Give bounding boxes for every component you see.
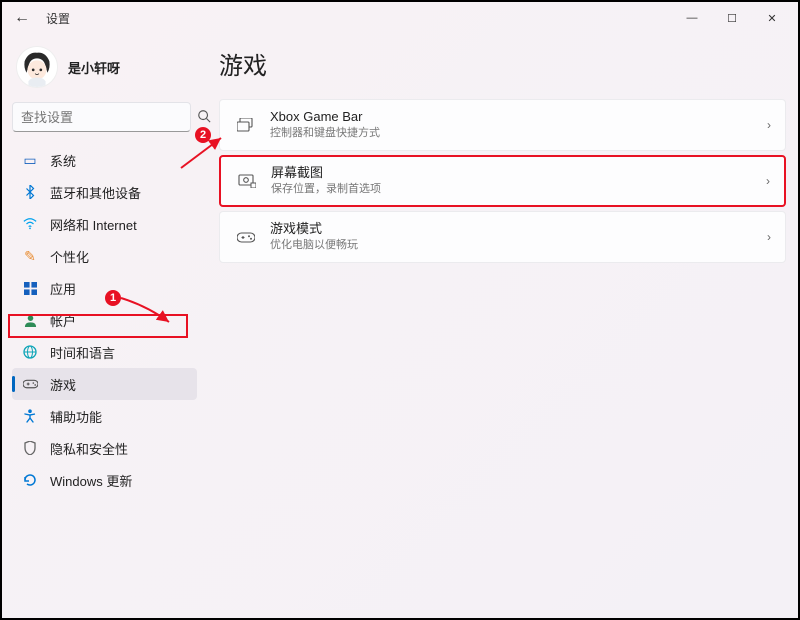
card-subtitle: 保存位置，录制首选项 xyxy=(271,182,766,196)
search-input[interactable] xyxy=(21,110,197,125)
back-button[interactable]: ← xyxy=(8,4,36,32)
sidebar-item-label: 隐私和安全性 xyxy=(50,439,128,458)
bluetooth-icon xyxy=(22,184,38,200)
sidebar-item-bluetooth[interactable]: 蓝牙和其他设备 xyxy=(12,176,197,208)
sidebar-item-gaming[interactable]: 游戏 xyxy=(12,368,197,400)
sidebar-item-label: 时间和语言 xyxy=(50,343,115,362)
sidebar-item-label: 个性化 xyxy=(50,247,89,266)
brush-icon: ✎ xyxy=(22,248,38,264)
chevron-right-icon: › xyxy=(767,118,771,132)
card-xbox-game-bar[interactable]: Xbox Game Bar 控制器和键盘快捷方式 › xyxy=(219,99,786,151)
sidebar-item-apps[interactable]: 应用 xyxy=(12,272,197,304)
username: 是小轩呀 xyxy=(68,58,120,77)
close-button[interactable]: ✕ xyxy=(752,4,792,32)
card-game-mode[interactable]: 游戏模式 优化电脑以便畅玩 › xyxy=(219,211,786,263)
wifi-icon xyxy=(22,216,38,232)
game-icon xyxy=(22,376,38,392)
chevron-right-icon: › xyxy=(767,230,771,244)
gamemode-icon xyxy=(234,232,258,243)
sidebar-item-system[interactable]: ▭ 系统 xyxy=(12,144,197,176)
sidebar-item-privacy[interactable]: 隐私和安全性 xyxy=(12,432,197,464)
sidebar-item-accounts[interactable]: 帐户 xyxy=(12,304,197,336)
sidebar-item-update[interactable]: Windows 更新 xyxy=(12,464,197,496)
accessibility-icon xyxy=(22,408,38,424)
card-title: 屏幕截图 xyxy=(271,165,766,182)
update-icon xyxy=(22,472,38,488)
gamebar-icon xyxy=(234,118,258,132)
maximize-button[interactable]: ☐ xyxy=(712,4,752,32)
sidebar-item-label: 辅助功能 xyxy=(50,407,102,426)
card-subtitle: 优化电脑以便畅玩 xyxy=(270,238,767,252)
globe-icon xyxy=(22,344,38,360)
system-icon: ▭ xyxy=(22,152,38,168)
avatar xyxy=(16,46,58,88)
sidebar-item-accessibility[interactable]: 辅助功能 xyxy=(12,400,197,432)
card-subtitle: 控制器和键盘快捷方式 xyxy=(270,126,767,140)
apps-icon xyxy=(22,280,38,296)
titlebar: ← 设置 — ☐ ✕ xyxy=(2,2,798,34)
nav-list: ▭ 系统 蓝牙和其他设备 网络和 Internet ✎ xyxy=(12,144,197,496)
sidebar-item-personalization[interactable]: ✎ 个性化 xyxy=(12,240,197,272)
card-title: Xbox Game Bar xyxy=(270,109,767,126)
sidebar-item-time-language[interactable]: 时间和语言 xyxy=(12,336,197,368)
minimize-button[interactable]: — xyxy=(672,4,712,32)
capture-icon xyxy=(235,174,259,188)
profile[interactable]: 是小轩呀 xyxy=(12,42,197,102)
sidebar-item-label: 蓝牙和其他设备 xyxy=(50,183,141,202)
chevron-right-icon: › xyxy=(766,174,770,188)
main-panel: 游戏 Xbox Game Bar 控制器和键盘快捷方式 › xyxy=(197,34,798,618)
sidebar-item-label: 网络和 Internet xyxy=(50,215,137,234)
sidebar: 是小轩呀 ▭ 系统 蓝牙和其他设备 xyxy=(2,34,197,618)
card-title: 游戏模式 xyxy=(270,221,767,238)
sidebar-item-label: 游戏 xyxy=(50,375,76,394)
sidebar-item-network[interactable]: 网络和 Internet xyxy=(12,208,197,240)
sidebar-item-label: 应用 xyxy=(50,279,76,298)
page-title: 游戏 xyxy=(219,46,786,81)
shield-icon xyxy=(22,440,38,456)
sidebar-item-label: 系统 xyxy=(50,151,76,170)
card-captures[interactable]: 屏幕截图 保存位置，录制首选项 › xyxy=(219,155,786,207)
sidebar-item-label: Windows 更新 xyxy=(50,471,132,490)
sidebar-item-label: 帐户 xyxy=(50,311,76,330)
user-icon xyxy=(22,312,38,328)
search-box[interactable] xyxy=(12,102,191,132)
window-title: 设置 xyxy=(46,10,70,27)
